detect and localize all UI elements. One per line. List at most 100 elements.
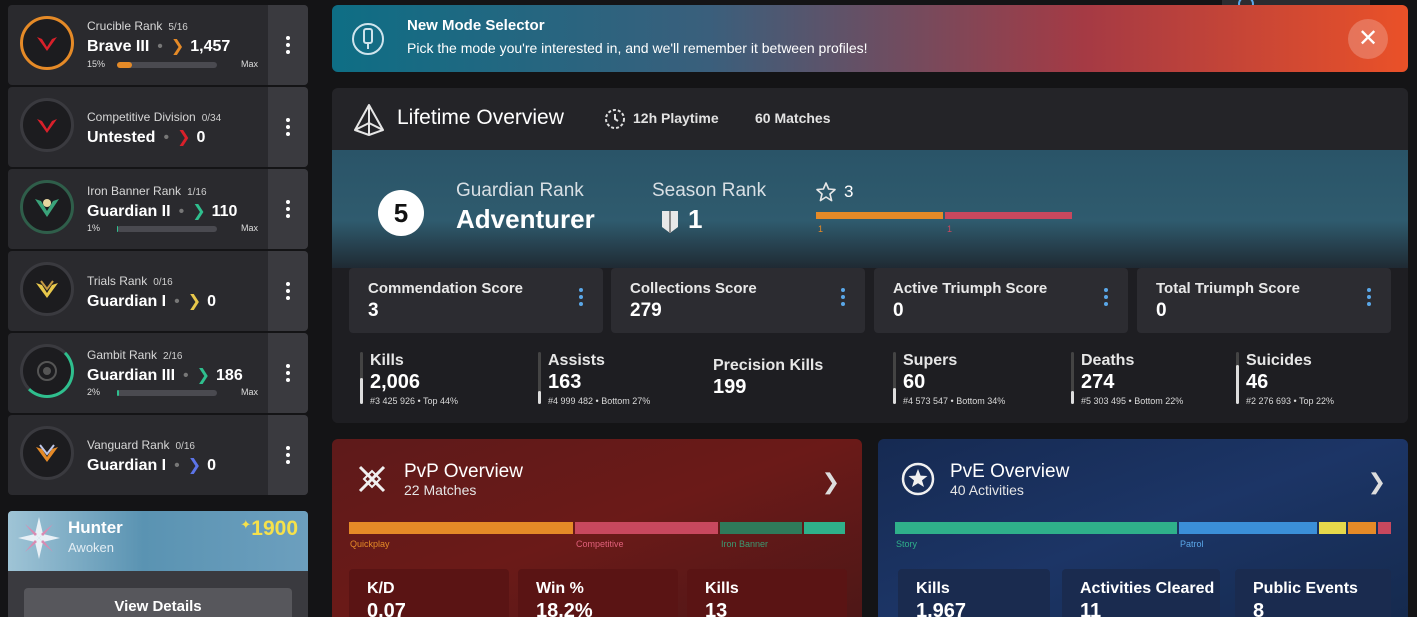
pvp-segment-label: Iron Banner bbox=[721, 539, 769, 549]
rank-card-iron-banner[interactable]: Iron Banner Rank 1/16 Guardian II • ❯ 110 1%… bbox=[8, 169, 308, 249]
vanguard-rank-icon bbox=[20, 426, 74, 480]
emblem-icon bbox=[18, 517, 60, 559]
rank-card-gambit[interactable]: Gambit Rank 2/16 Guardian III • ❯ 186 2% Max bbox=[8, 333, 308, 413]
pvp-subtitle: 22 Matches bbox=[404, 482, 477, 498]
pvp-segment-label: Competitive bbox=[576, 539, 624, 549]
pvp-stat-kills: Kills 13 bbox=[687, 569, 847, 617]
guardian-rank-name: Adventurer bbox=[456, 204, 595, 234]
rank-count: 0/16 bbox=[153, 277, 173, 288]
character-light-level: ✦1900 bbox=[240, 517, 298, 540]
pve-segment-patrol bbox=[1179, 522, 1317, 534]
reward-count: 3 bbox=[844, 182, 854, 201]
rank-card-crucible[interactable]: Crucible Rank 5/16 Brave III • ❯ 1,457 15% M… bbox=[8, 5, 308, 85]
more-vertical-icon bbox=[286, 118, 290, 136]
pvp-stat-win: Win % 18.2% bbox=[518, 569, 678, 617]
pvp-segment-quickplay bbox=[349, 522, 573, 534]
rank-menu-button[interactable] bbox=[268, 415, 308, 495]
chevron-rank-icon: ❯ bbox=[170, 38, 185, 55]
reward-bar-label: 1 bbox=[947, 224, 953, 234]
pve-stat-activities-cleared: Activities Cleared 11 bbox=[1062, 569, 1220, 617]
light-icon: ✦ bbox=[240, 517, 252, 532]
score-card-commendation[interactable]: Commendation Score 3 bbox=[349, 268, 603, 333]
rank-menu-button[interactable] bbox=[268, 251, 308, 331]
more-vertical-icon[interactable] bbox=[841, 288, 845, 306]
pvp-segment-iron-banner bbox=[720, 522, 802, 534]
lifetime-header: Lifetime Overview 12h Playtime 60 Matche… bbox=[332, 88, 1408, 150]
score-card-active-triumph[interactable]: Active Triumph Score 0 bbox=[874, 268, 1128, 333]
rank-progress-fill bbox=[117, 390, 119, 396]
rank-points: 0 bbox=[207, 293, 217, 310]
chevron-right-icon[interactable]: ❯ bbox=[1368, 469, 1386, 495]
stat-bar bbox=[1071, 352, 1074, 404]
pve-title: PvE Overview bbox=[950, 461, 1070, 482]
matches-count: 60 Matches bbox=[755, 110, 831, 126]
character-emblem: Hunter Awoken ✦1900 bbox=[8, 511, 308, 571]
iron-banner-rank-icon bbox=[20, 180, 74, 234]
more-vertical-icon[interactable] bbox=[1104, 288, 1108, 306]
rank-progress: 1% Max bbox=[87, 223, 258, 233]
character-card[interactable]: Hunter Awoken ✦1900 View Details bbox=[8, 511, 308, 617]
banner-text: Pick the mode you're interested in, and … bbox=[407, 40, 868, 56]
stat-supers: Supers 60 #4 573 547 • Bottom 34% bbox=[893, 352, 1005, 406]
more-vertical-icon[interactable] bbox=[579, 288, 583, 306]
stat-kills: Kills 2,006 #3 425 926 • Top 44% bbox=[360, 352, 458, 406]
season-rank-value: 1 bbox=[688, 204, 703, 234]
more-vertical-icon bbox=[286, 446, 290, 464]
trials-rank-icon bbox=[20, 262, 74, 316]
lifetime-title: Lifetime Overview bbox=[397, 106, 564, 129]
rank-menu-button[interactable] bbox=[268, 169, 308, 249]
pve-subtitle: 40 Activities bbox=[950, 482, 1024, 498]
rank-points: 0 bbox=[207, 457, 217, 474]
rank-name: Untested bbox=[87, 129, 156, 146]
mode-selector-icon bbox=[352, 23, 384, 55]
pve-overview-panel[interactable]: PvE Overview 40 Activities ❯ Story Patro… bbox=[878, 439, 1408, 617]
rank-card-vanguard[interactable]: Vanguard Rank 0/16 Guardian I • ❯ 0 bbox=[8, 415, 308, 495]
banner-title: New Mode Selector bbox=[407, 17, 545, 34]
rank-progress-fill bbox=[117, 226, 118, 232]
score-card-collections[interactable]: Collections Score 279 bbox=[611, 268, 865, 333]
stat-bar bbox=[538, 352, 541, 404]
rank-card-trials[interactable]: Trials Rank 0/16 Guardian I • ❯ 0 bbox=[8, 251, 308, 331]
chevron-rank-icon: ❯ bbox=[196, 367, 211, 384]
competitive-rank-icon bbox=[20, 98, 74, 152]
pyramid-icon bbox=[354, 104, 384, 136]
guardian-rank-label: Guardian Rank bbox=[456, 180, 584, 201]
stat-suicides: Suicides 46 #2 276 693 • Top 22% bbox=[1236, 352, 1334, 406]
rank-points: 0 bbox=[196, 129, 206, 146]
rank-menu-button[interactable] bbox=[268, 5, 308, 85]
more-vertical-icon bbox=[286, 36, 290, 54]
crossed-swords-icon bbox=[358, 465, 386, 493]
pvp-segment-competitive bbox=[575, 522, 718, 534]
season-rank-label: Season Rank bbox=[652, 180, 767, 201]
close-icon[interactable]: ✕ bbox=[1348, 19, 1388, 59]
rank-name: Guardian I bbox=[87, 293, 167, 310]
clock-icon bbox=[605, 109, 625, 129]
more-vertical-icon bbox=[286, 282, 290, 300]
rank-title: Crucible Rank bbox=[87, 19, 163, 33]
lifetime-overview-panel: Lifetime Overview 12h Playtime 60 Matche… bbox=[332, 88, 1408, 423]
rank-count: 0/34 bbox=[201, 113, 222, 124]
view-details-button[interactable]: View Details bbox=[24, 588, 292, 617]
pve-segment-label: Story bbox=[896, 539, 918, 549]
rank-menu-button[interactable] bbox=[268, 333, 308, 413]
more-vertical-icon[interactable] bbox=[1367, 288, 1371, 306]
stat-deaths: Deaths 274 #5 303 495 • Bottom 22% bbox=[1071, 352, 1183, 406]
playtime: 12h Playtime bbox=[633, 110, 719, 126]
chevron-rank-icon: ❯ bbox=[187, 293, 202, 310]
stat-assists: Assists 163 #4 999 482 • Bottom 27% bbox=[538, 352, 650, 406]
more-vertical-icon bbox=[286, 200, 290, 218]
more-vertical-icon bbox=[286, 364, 290, 382]
pvp-overview-panel[interactable]: PvP Overview 22 Matches ❯ Quickplay Comp… bbox=[332, 439, 862, 617]
rank-count: 0/16 bbox=[175, 441, 195, 452]
rank-title: Competitive Division bbox=[87, 110, 196, 124]
rank-card-competitive[interactable]: Competitive Division 0/34 Untested • ❯ 0 bbox=[8, 87, 308, 167]
character-race: Awoken bbox=[68, 540, 115, 555]
score-card-total-triumph[interactable]: Total Triumph Score 0 bbox=[1137, 268, 1391, 333]
rank-title: Iron Banner Rank bbox=[87, 184, 182, 198]
rank-name: Guardian III bbox=[87, 367, 176, 384]
rank-menu-button[interactable] bbox=[268, 87, 308, 167]
chevron-right-icon[interactable]: ❯ bbox=[822, 469, 840, 495]
rank-count: 1/16 bbox=[187, 187, 207, 198]
stat-bar bbox=[1236, 352, 1239, 404]
rank-name: Guardian I bbox=[87, 457, 167, 474]
